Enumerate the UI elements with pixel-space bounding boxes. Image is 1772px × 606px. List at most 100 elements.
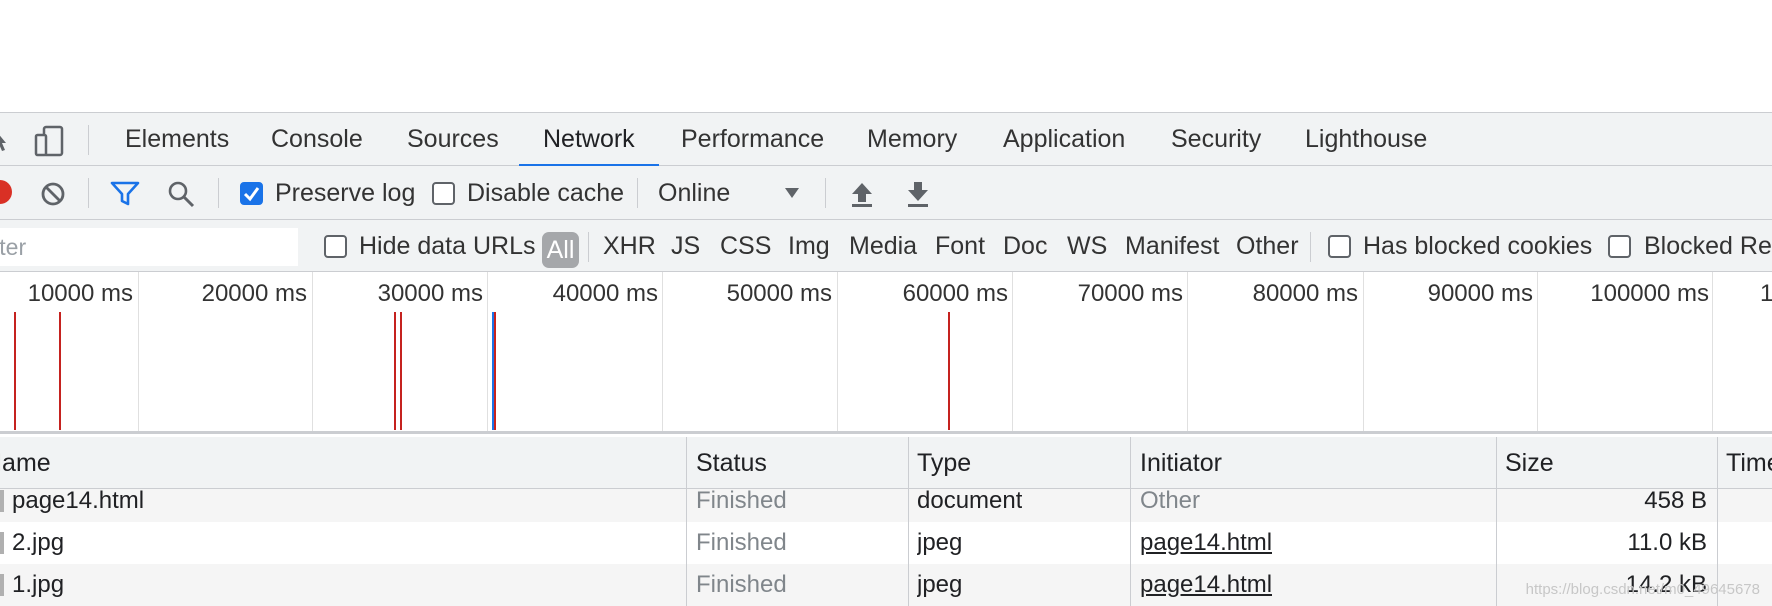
column-separator[interactable] <box>1496 437 1497 489</box>
load-event-marker <box>948 312 950 430</box>
has-blocked-cookies-checkbox[interactable] <box>1328 235 1351 258</box>
load-event-marker <box>494 312 496 430</box>
column-header-name[interactable]: Name <box>0 437 51 489</box>
tab-lighthouse[interactable]: Lighthouse <box>1305 113 1427 166</box>
network-overview[interactable]: 10000 ms 20000 ms 30000 ms 40000 ms 5000… <box>0 272 1772 434</box>
overview-tick-label: 70000 ms <box>1077 280 1183 307</box>
tab-security[interactable]: Security <box>1171 113 1261 166</box>
request-name[interactable]: page14.html <box>12 489 144 522</box>
column-separator <box>908 489 909 606</box>
overview-tick-label: 110000 ms <box>1760 280 1772 307</box>
record-icon[interactable] <box>0 180 12 204</box>
column-separator[interactable] <box>908 437 909 489</box>
column-separator[interactable] <box>1717 437 1718 489</box>
filter-type-css[interactable]: CSS <box>720 220 771 272</box>
request-status: Finished <box>696 489 787 514</box>
blocked-requests-checkbox[interactable] <box>1608 235 1631 258</box>
watermark: https://blog.csdn.net/m0_49645678 <box>1525 581 1760 598</box>
load-event-marker <box>14 312 16 430</box>
tab-memory[interactable]: Memory <box>867 113 957 166</box>
table-row[interactable]: 1.jpg Finished jpeg page14.html 14.2 kB <box>0 564 1772 606</box>
column-separator[interactable] <box>1130 437 1131 489</box>
overview-tick-label: 30000 ms <box>377 280 483 307</box>
export-har-icon[interactable] <box>905 180 931 208</box>
overview-gridline <box>662 272 663 431</box>
overview-gridline <box>1537 272 1538 431</box>
overview-tick-label: 20000 ms <box>201 280 307 307</box>
tab-separator <box>88 125 89 155</box>
overview-gridline <box>1363 272 1364 431</box>
chevron-down-icon[interactable] <box>784 187 800 199</box>
inspect-element-icon[interactable] <box>0 125 14 155</box>
filter-type-all[interactable]: All <box>542 232 579 268</box>
load-event-marker <box>400 312 402 430</box>
devtools-panel: Elements Console Sources Network Perform… <box>0 112 1772 606</box>
overview-gridline <box>138 272 139 431</box>
overview-tick-label: 80000 ms <box>1252 280 1358 307</box>
has-blocked-cookies-label[interactable]: Has blocked cookies <box>1363 220 1592 272</box>
disable-cache-checkbox[interactable] <box>432 182 455 205</box>
blocked-requests-label[interactable]: Blocked Requests <box>1644 220 1772 272</box>
request-type: document <box>917 489 1023 514</box>
request-status: Finished <box>696 571 787 598</box>
request-name[interactable]: 1.jpg <box>12 564 64 606</box>
hide-data-urls-checkbox[interactable] <box>324 235 347 258</box>
filter-type-doc[interactable]: Doc <box>1003 220 1047 272</box>
request-initiator: Other <box>1140 489 1201 514</box>
column-header-status[interactable]: Status <box>696 437 767 489</box>
tab-network[interactable]: Network <box>519 113 659 167</box>
overview-gridline <box>1187 272 1188 431</box>
filter-type-manifest[interactable]: Manifest <box>1125 220 1219 272</box>
filter-type-ws[interactable]: WS <box>1067 220 1107 272</box>
column-separator[interactable] <box>686 437 687 489</box>
filter-type-other[interactable]: Other <box>1236 220 1299 272</box>
import-har-icon[interactable] <box>849 180 875 208</box>
document-icon <box>0 490 4 512</box>
toolbar-separator <box>88 178 89 208</box>
tab-application[interactable]: Application <box>1003 113 1125 166</box>
toolbar-separator <box>637 178 638 208</box>
filter-icon[interactable] <box>110 180 140 208</box>
filter-type-media[interactable]: Media <box>849 220 917 272</box>
column-separator <box>1130 489 1131 606</box>
table-row[interactable]: page14.html Finished document Other 458 … <box>0 489 1772 522</box>
image-icon <box>0 532 4 554</box>
tab-console[interactable]: Console <box>271 113 363 166</box>
overview-tick-label: 100000 ms <box>1590 280 1709 307</box>
filter-type-js[interactable]: JS <box>671 220 700 272</box>
column-header-size[interactable]: Size <box>1505 437 1554 489</box>
search-icon[interactable] <box>167 180 195 208</box>
tab-performance[interactable]: Performance <box>681 113 824 166</box>
request-initiator-link[interactable]: page14.html <box>1140 564 1272 606</box>
clear-icon[interactable] <box>40 181 66 207</box>
hide-data-urls-label[interactable]: Hide data URLs <box>359 220 535 272</box>
overview-tick-label: 10000 ms <box>27 280 133 307</box>
overview-gridline <box>837 272 838 431</box>
column-separator <box>1496 489 1497 606</box>
throttling-select[interactable]: Online <box>658 166 730 220</box>
column-header-time[interactable]: Time <box>1726 437 1772 489</box>
filter-bar: Filter Hide data URLs All XHR JS CSS Img… <box>0 220 1772 272</box>
toolbar-separator <box>218 178 219 208</box>
tab-elements[interactable]: Elements <box>125 113 229 166</box>
tab-sources[interactable]: Sources <box>407 113 499 166</box>
request-initiator-link[interactable]: page14.html <box>1140 522 1272 564</box>
disable-cache-label[interactable]: Disable cache <box>467 166 624 220</box>
filter-input[interactable]: Filter <box>0 228 298 266</box>
device-toolbar-icon[interactable] <box>34 125 66 157</box>
requests-table-header: Name Status Type Initiator Size Time <box>0 437 1772 489</box>
preserve-log-checkbox[interactable] <box>240 182 263 205</box>
overview-tick-label: 40000 ms <box>552 280 658 307</box>
preserve-log-label[interactable]: Preserve log <box>275 166 415 220</box>
column-header-type[interactable]: Type <box>917 437 971 489</box>
image-icon <box>0 574 4 596</box>
filter-type-img[interactable]: Img <box>788 220 830 272</box>
overview-gridline <box>1712 272 1713 431</box>
table-row[interactable]: 2.jpg Finished jpeg page14.html 11.0 kB <box>0 522 1772 564</box>
column-header-initiator[interactable]: Initiator <box>1140 437 1222 489</box>
filter-separator <box>1310 232 1311 262</box>
filter-type-xhr[interactable]: XHR <box>603 220 656 272</box>
load-event-marker <box>59 312 61 430</box>
filter-type-font[interactable]: Font <box>935 220 985 272</box>
request-name[interactable]: 2.jpg <box>12 522 64 564</box>
